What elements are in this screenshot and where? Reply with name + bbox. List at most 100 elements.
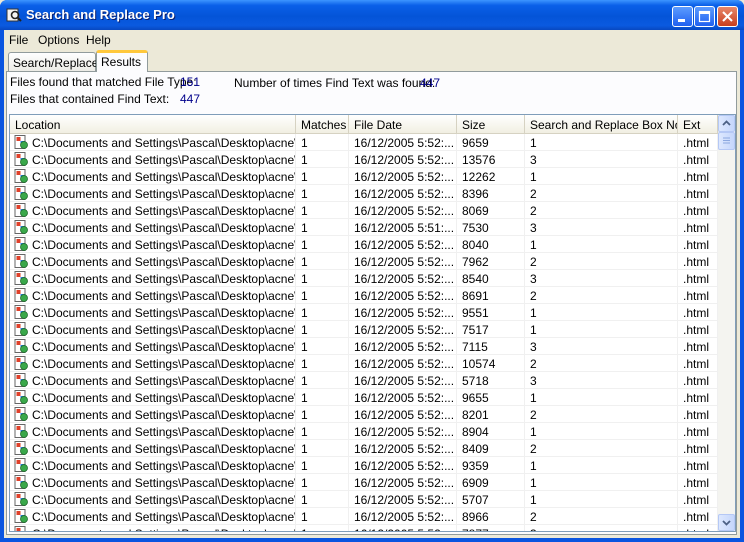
- html-file-icon: [14, 288, 28, 302]
- column-header-location[interactable]: Location: [10, 115, 296, 134]
- cell-box-no: 2: [525, 253, 678, 270]
- table-row[interactable]: C:\Documents and Settings\Pascal\Desktop…: [10, 457, 718, 474]
- column-header-size[interactable]: Size: [457, 115, 525, 134]
- menu-bar: File Options Help: [4, 30, 740, 49]
- cell-size: 9659: [457, 134, 525, 151]
- cell-box-no: 1: [525, 491, 678, 508]
- table-row[interactable]: C:\Documents and Settings\Pascal\Desktop…: [10, 491, 718, 508]
- menu-help[interactable]: Help: [86, 33, 111, 47]
- cell-file-date: 16/12/2005 5:52:...: [349, 474, 457, 491]
- html-file-icon: [14, 441, 28, 455]
- minimize-button[interactable]: [672, 6, 693, 27]
- table-row[interactable]: C:\Documents and Settings\Pascal\Desktop…: [10, 355, 718, 372]
- cell-ext: .html: [678, 508, 718, 525]
- table-row[interactable]: C:\Documents and Settings\Pascal\Desktop…: [10, 270, 718, 287]
- cell-size: 9359: [457, 457, 525, 474]
- window-title: Search and Replace Pro: [26, 7, 175, 22]
- table-row[interactable]: C:\Documents and Settings\Pascal\Desktop…: [10, 219, 718, 236]
- cell-size: 7115: [457, 338, 525, 355]
- cell-file-date: 16/12/2005 5:52:...: [349, 440, 457, 457]
- html-file-icon: [14, 373, 28, 387]
- title-bar[interactable]: Search and Replace Pro: [0, 0, 744, 30]
- table-row[interactable]: C:\Documents and Settings\Pascal\Desktop…: [10, 287, 718, 304]
- table-row[interactable]: C:\Documents and Settings\Pascal\Desktop…: [10, 321, 718, 338]
- location-text: C:\Documents and Settings\Pascal\Desktop…: [32, 204, 296, 218]
- list-header: Location Matches File Date Size Search a…: [10, 115, 718, 134]
- table-row[interactable]: C:\Documents and Settings\Pascal\Desktop…: [10, 474, 718, 491]
- scroll-up-button[interactable]: [718, 115, 735, 132]
- close-button[interactable]: [717, 6, 738, 27]
- cell-file-date: 16/12/2005 5:52:...: [349, 168, 457, 185]
- cell-ext: .html: [678, 372, 718, 389]
- cell-location: C:\Documents and Settings\Pascal\Desktop…: [10, 253, 296, 270]
- cell-matches: 1: [296, 389, 349, 406]
- menu-options[interactable]: Options: [38, 33, 79, 47]
- cell-ext: .html: [678, 253, 718, 270]
- cell-size: 5707: [457, 491, 525, 508]
- cell-size: 7877: [457, 525, 525, 531]
- location-text: C:\Documents and Settings\Pascal\Desktop…: [32, 289, 296, 303]
- table-row[interactable]: C:\Documents and Settings\Pascal\Desktop…: [10, 134, 718, 151]
- menu-file[interactable]: File: [9, 33, 28, 47]
- location-text: C:\Documents and Settings\Pascal\Desktop…: [32, 408, 296, 422]
- cell-matches: 1: [296, 151, 349, 168]
- cell-matches: 1: [296, 287, 349, 304]
- cell-box-no: 1: [525, 321, 678, 338]
- cell-box-no: 2: [525, 406, 678, 423]
- column-header-box-no[interactable]: Search and Replace Box No: [525, 115, 678, 134]
- table-row[interactable]: C:\Documents and Settings\Pascal\Desktop…: [10, 508, 718, 525]
- cell-location: C:\Documents and Settings\Pascal\Desktop…: [10, 474, 296, 491]
- cell-location: C:\Documents and Settings\Pascal\Desktop…: [10, 151, 296, 168]
- table-row[interactable]: C:\Documents and Settings\Pascal\Desktop…: [10, 406, 718, 423]
- cell-size: 8069: [457, 202, 525, 219]
- cell-matches: 1: [296, 406, 349, 423]
- html-file-icon: [14, 407, 28, 421]
- html-file-icon: [14, 356, 28, 370]
- location-text: C:\Documents and Settings\Pascal\Desktop…: [32, 476, 296, 490]
- cell-matches: 1: [296, 202, 349, 219]
- cell-size: 12262: [457, 168, 525, 185]
- results-panel: Files found that matched File Type: 151 …: [6, 71, 737, 535]
- location-text: C:\Documents and Settings\Pascal\Desktop…: [32, 170, 296, 184]
- column-header-matches[interactable]: Matches: [296, 115, 349, 134]
- table-row[interactable]: C:\Documents and Settings\Pascal\Desktop…: [10, 372, 718, 389]
- html-file-icon: [14, 322, 28, 336]
- tab-search-replace[interactable]: Search/Replace: [8, 52, 98, 71]
- cell-file-date: 16/12/2005 5:52:...: [349, 321, 457, 338]
- app-window: Search and Replace Pro File Options Help: [0, 0, 744, 542]
- cell-box-no: 2: [525, 287, 678, 304]
- cell-box-no: 2: [525, 185, 678, 202]
- cell-ext: .html: [678, 168, 718, 185]
- column-header-ext[interactable]: Ext: [678, 115, 718, 134]
- close-icon: [722, 11, 733, 22]
- cell-location: C:\Documents and Settings\Pascal\Desktop…: [10, 491, 296, 508]
- tab-results[interactable]: Results: [96, 50, 148, 72]
- table-row[interactable]: C:\Documents and Settings\Pascal\Desktop…: [10, 236, 718, 253]
- maximize-button[interactable]: [694, 6, 715, 27]
- results-list[interactable]: Location Matches File Date Size Search a…: [9, 114, 736, 532]
- location-text: C:\Documents and Settings\Pascal\Desktop…: [32, 493, 296, 507]
- vertical-scrollbar[interactable]: [718, 115, 735, 531]
- table-row[interactable]: C:\Documents and Settings\Pascal\Desktop…: [10, 338, 718, 355]
- column-header-file-date[interactable]: File Date: [349, 115, 457, 134]
- cell-ext: .html: [678, 236, 718, 253]
- table-row[interactable]: C:\Documents and Settings\Pascal\Desktop…: [10, 168, 718, 185]
- table-row[interactable]: C:\Documents and Settings\Pascal\Desktop…: [10, 253, 718, 270]
- table-row[interactable]: C:\Documents and Settings\Pascal\Desktop…: [10, 525, 718, 531]
- table-row[interactable]: C:\Documents and Settings\Pascal\Desktop…: [10, 304, 718, 321]
- cell-location: C:\Documents and Settings\Pascal\Desktop…: [10, 168, 296, 185]
- cell-location: C:\Documents and Settings\Pascal\Desktop…: [10, 372, 296, 389]
- scroll-thumb[interactable]: [718, 132, 735, 150]
- cell-box-no: 1: [525, 134, 678, 151]
- table-row[interactable]: C:\Documents and Settings\Pascal\Desktop…: [10, 389, 718, 406]
- cell-ext: .html: [678, 151, 718, 168]
- table-row[interactable]: C:\Documents and Settings\Pascal\Desktop…: [10, 185, 718, 202]
- table-row[interactable]: C:\Documents and Settings\Pascal\Desktop…: [10, 202, 718, 219]
- table-row[interactable]: C:\Documents and Settings\Pascal\Desktop…: [10, 151, 718, 168]
- cell-ext: .html: [678, 287, 718, 304]
- cell-box-no: 1: [525, 236, 678, 253]
- table-row[interactable]: C:\Documents and Settings\Pascal\Desktop…: [10, 423, 718, 440]
- table-row[interactable]: C:\Documents and Settings\Pascal\Desktop…: [10, 440, 718, 457]
- cell-file-date: 16/12/2005 5:52:...: [349, 457, 457, 474]
- scroll-down-button[interactable]: [718, 514, 735, 531]
